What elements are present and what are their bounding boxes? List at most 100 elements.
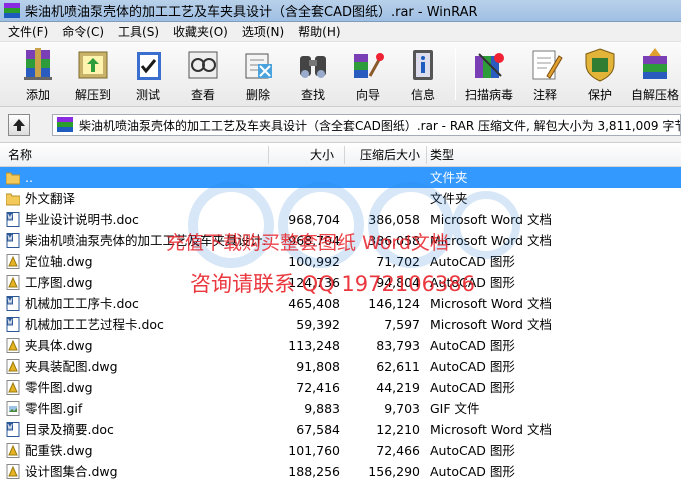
view-icon: [188, 51, 218, 79]
file-type: GIF 文件: [430, 401, 480, 416]
file-packed-size: 94,804: [376, 275, 420, 290]
file-size: [268, 188, 340, 209]
window-title: 柴油机喷油泵壳体的加工工艺及车夹具设计（含全套CAD图纸）.rar - WinR…: [25, 5, 478, 20]
column-header-size[interactable]: 大小: [268, 143, 340, 167]
file-type: AutoCAD 图形: [430, 464, 515, 479]
file-packed-size: 44,219: [376, 380, 420, 395]
menu-commands[interactable]: 命令(C): [56, 22, 112, 42]
file-packed-size: 62,611: [376, 359, 420, 374]
delete-button[interactable]: 删除: [232, 44, 284, 104]
file-row[interactable]: 零件图.dwg 72,416 44,219 AutoCAD 图形: [0, 377, 681, 398]
file-type: AutoCAD 图形: [430, 338, 515, 353]
extract-to-button[interactable]: 解压到: [67, 44, 119, 104]
file-size: [268, 167, 340, 188]
up-arrow-icon: [13, 119, 25, 131]
file-type: Microsoft Word 文档: [430, 212, 552, 227]
file-size: 67,584: [296, 422, 340, 437]
find-icon: [300, 56, 326, 78]
file-name: 目录及摘要.doc: [25, 422, 114, 437]
sfx-icon: [643, 48, 667, 79]
file-size: 91,808: [296, 359, 340, 374]
file-size: 124,736: [288, 275, 340, 290]
file-size: 188,256: [288, 464, 340, 479]
file-row[interactable]: 柴油机喷油泵壳体的加工工艺及车夹具设计... 968,704 386,058 Micr…: [0, 230, 681, 251]
file-row[interactable]: 配重铁.dwg 101,760 72,466 AutoCAD 图形: [0, 440, 681, 461]
test-icon: [137, 52, 161, 80]
file-size: 59,392: [296, 317, 340, 332]
folder-row[interactable]: .. 文件夹: [0, 167, 681, 188]
comment-icon: [532, 50, 563, 80]
menu-file[interactable]: 文件(F): [2, 22, 56, 42]
virus-scan-button[interactable]: 扫描病毒: [462, 44, 516, 104]
file-row[interactable]: 定位轴.dwg 100,992 71,702 AutoCAD 图形: [0, 251, 681, 272]
file-row[interactable]: 夹具体.dwg 113,248 83,793 AutoCAD 图形: [0, 335, 681, 356]
file-type: AutoCAD 图形: [430, 359, 515, 374]
menu-bar: 文件(F) 命令(C) 工具(S) 收藏夹(O) 选项(N) 帮助(H): [0, 22, 681, 42]
protect-button[interactable]: 保护: [574, 44, 626, 104]
file-name: 工序图.dwg: [25, 275, 93, 290]
file-rows: .. 文件夹 外文翻译 文件夹 毕业设计说明书.doc 968,704 386,058 Mic…: [0, 167, 681, 482]
wizard-button[interactable]: 向导: [342, 44, 394, 104]
file-size: 100,992: [288, 254, 340, 269]
column-header-name[interactable]: 名称: [2, 143, 38, 167]
file-type: AutoCAD 图形: [430, 254, 515, 269]
file-type: Microsoft Word 文档: [430, 296, 552, 311]
file-row[interactable]: 零件图.gif 9,883 9,703 GIF 文件: [0, 398, 681, 419]
file-packed-size: 146,124: [368, 296, 420, 311]
file-size: 968,704: [288, 212, 340, 227]
file-size: 465,408: [288, 296, 340, 311]
file-row[interactable]: 毕业设计说明书.doc 968,704 386,058 Microsoft Word …: [0, 209, 681, 230]
file-type: Microsoft Word 文档: [430, 422, 552, 437]
sfx-button[interactable]: 自解压格: [628, 44, 681, 104]
rar-archive-icon: [57, 117, 73, 133]
address-bar: 柴油机喷油泵壳体的加工工艺及车夹具设计（含全套CAD图纸）.rar - RAR …: [0, 107, 681, 143]
find-button[interactable]: 查找: [287, 44, 339, 104]
menu-favorites[interactable]: 收藏夹(O): [167, 22, 236, 42]
archive-path-field[interactable]: 柴油机喷油泵壳体的加工工艺及车夹具设计（含全套CAD图纸）.rar - RAR …: [52, 114, 681, 136]
file-packed-size: 7,597: [384, 317, 420, 332]
test-button[interactable]: 测试: [122, 44, 174, 104]
file-row[interactable]: 机械加工工艺过程卡.doc 59,392 7,597 Microsoft Word 文…: [0, 314, 681, 335]
column-header-packed[interactable]: 压缩后大小: [344, 143, 426, 167]
file-type: Microsoft Word 文档: [430, 317, 552, 332]
virus-scan-icon: [475, 53, 504, 78]
title-bar: 柴油机喷油泵壳体的加工工艺及车夹具设计（含全套CAD图纸）.rar - WinR…: [0, 0, 681, 22]
file-type: AutoCAD 图形: [430, 443, 515, 458]
column-header-type[interactable]: 类型: [424, 143, 460, 167]
add-button[interactable]: 添加: [12, 44, 64, 104]
file-type: Microsoft Word 文档: [430, 233, 552, 248]
file-name: ..: [25, 170, 33, 185]
file-row[interactable]: 夹具装配图.dwg 91,808 62,611 AutoCAD 图形: [0, 356, 681, 377]
file-packed-size: 386,058: [368, 212, 420, 227]
file-packed-size: 386,058: [368, 233, 420, 248]
file-name: 零件图.gif: [25, 401, 83, 416]
menu-options[interactable]: 选项(N): [236, 22, 292, 42]
file-name: 机械加工工艺过程卡.doc: [25, 317, 164, 332]
file-type: AutoCAD 图形: [430, 380, 515, 395]
file-row[interactable]: 目录及摘要.doc 67,584 12,210 Microsoft Word 文档: [0, 419, 681, 440]
comment-button[interactable]: 注释: [519, 44, 571, 104]
file-list-header: 名称 大小 压缩后大小 类型: [0, 143, 681, 167]
file-type: 文件夹: [430, 191, 468, 206]
file-type: 文件夹: [430, 170, 468, 185]
up-folder-button[interactable]: [8, 114, 30, 136]
toolbar: 添加 解压到 测试 查看 删除 查找 向导 信息 扫描病毒 注释 保护 自解压格: [0, 42, 681, 107]
file-row[interactable]: 工序图.dwg 124,736 94,804 AutoCAD 图形: [0, 272, 681, 293]
file-row[interactable]: 设计图集合.dwg 188,256 156,290 AutoCAD 图形: [0, 461, 681, 482]
file-packed-size: 12,210: [376, 422, 420, 437]
view-button[interactable]: 查看: [177, 44, 229, 104]
file-packed-size: 83,793: [376, 338, 420, 353]
info-button[interactable]: 信息: [397, 44, 449, 104]
file-name: 夹具装配图.dwg: [25, 359, 118, 374]
file-name: 零件图.dwg: [25, 380, 93, 395]
file-size: 968,704: [288, 233, 340, 248]
wizard-icon: [354, 53, 384, 78]
menu-tools[interactable]: 工具(S): [112, 22, 167, 42]
file-name: 定位轴.dwg: [25, 254, 93, 269]
file-row[interactable]: 机械加工工序卡.doc 465,408 146,124 Microsoft Word …: [0, 293, 681, 314]
menu-help[interactable]: 帮助(H): [292, 22, 348, 42]
file-packed-size: 156,290: [368, 464, 420, 479]
folder-row[interactable]: 外文翻译 文件夹: [0, 188, 681, 209]
protect-icon: [585, 48, 615, 82]
file-list: 名称 大小 压缩后大小 类型 .. 文件夹 外文翻译 文件夹 毕业设计说明书.doc 96…: [0, 143, 681, 490]
